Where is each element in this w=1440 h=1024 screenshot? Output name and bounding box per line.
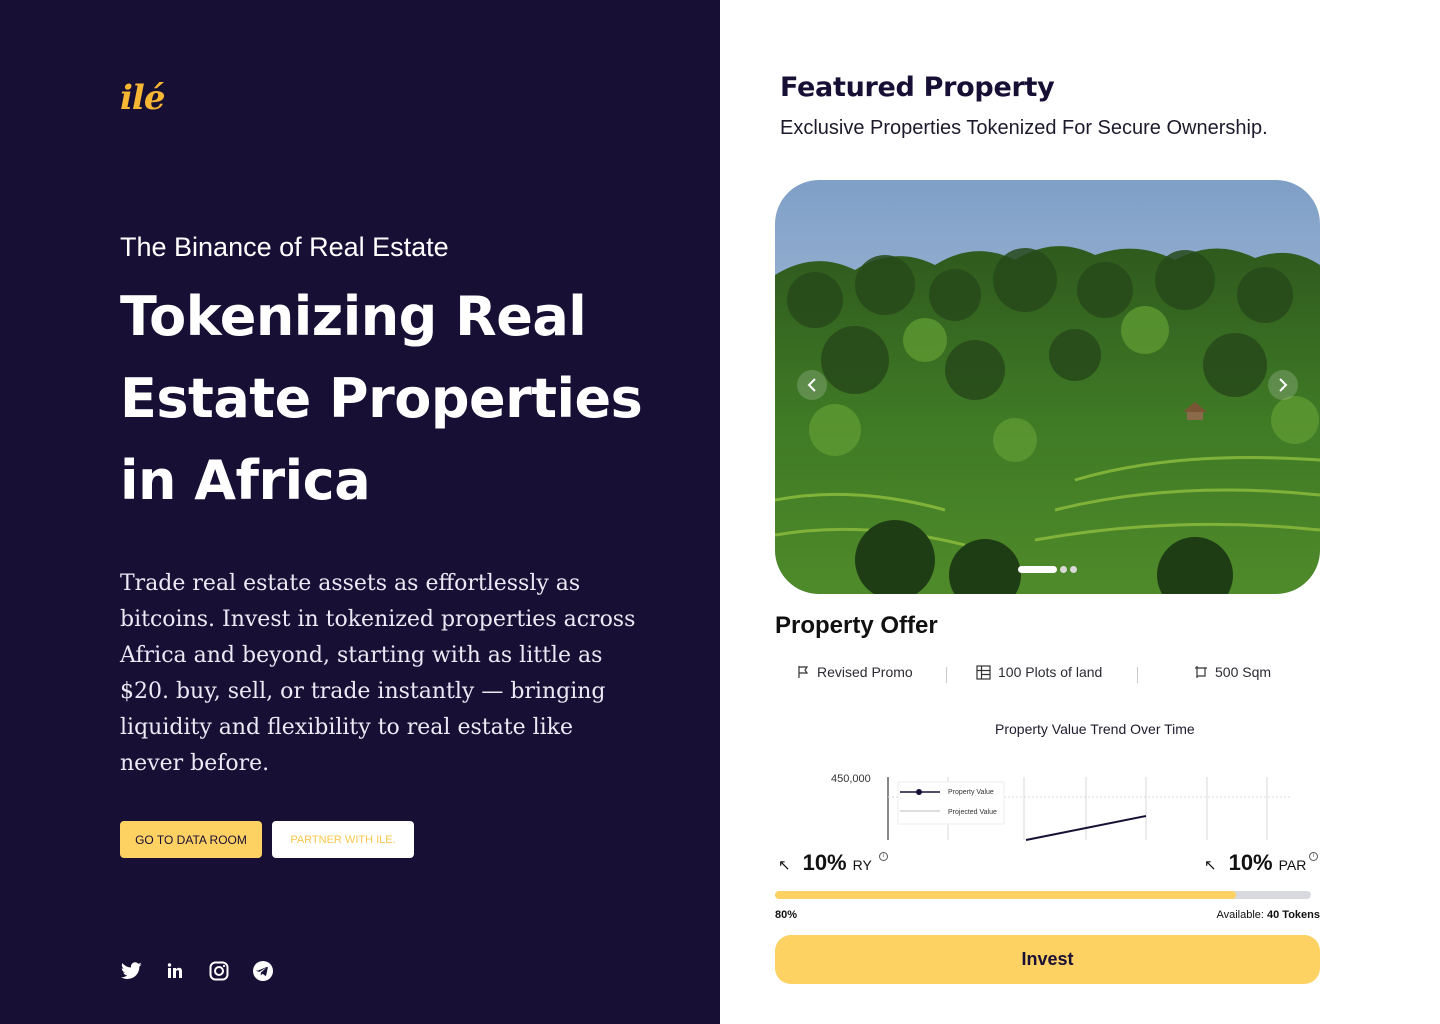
- info-icon[interactable]: i: [1309, 852, 1318, 861]
- chart-legend: Property Value Projected Value: [897, 781, 1005, 825]
- grid-icon: [976, 664, 991, 680]
- carousel-indicators: [1018, 566, 1077, 573]
- feature-plots: 100 Plots of land: [976, 664, 1102, 680]
- featured-title: Featured Property: [780, 72, 1055, 103]
- available-value: 40 Tokens: [1267, 909, 1320, 921]
- property-image: [775, 180, 1320, 594]
- offer-title: Property Offer: [775, 612, 938, 639]
- featured-subtitle: Exclusive Properties Tokenized For Secur…: [780, 117, 1268, 139]
- telegram-icon[interactable]: [252, 960, 274, 982]
- hero-tagline: The Binance of Real Estate: [120, 232, 449, 262]
- brand-logo[interactable]: ilé: [120, 78, 165, 118]
- hero-panel: ilé The Binance of Real Estate Tokenizin…: [0, 0, 720, 1024]
- divider: [946, 667, 947, 683]
- carousel-dot[interactable]: [1070, 566, 1077, 573]
- feature-label: 100 Plots of land: [998, 664, 1103, 680]
- flag-icon: [798, 666, 809, 678]
- par-value: 10%: [1228, 850, 1273, 875]
- feature-promo: Revised Promo: [797, 664, 913, 680]
- chevron-right-icon: [1279, 378, 1288, 392]
- ry-value: 10%: [802, 850, 847, 875]
- divider: [1137, 667, 1138, 683]
- token-progress-bar: [775, 891, 1311, 899]
- arrow-up-left-icon: ↖: [778, 857, 791, 874]
- linkedin-icon[interactable]: [164, 960, 186, 982]
- y-tick-label: 450,000: [831, 773, 871, 785]
- feature-area: 500 Sqm: [1194, 664, 1271, 680]
- value-chart: 450,000 Property Value Projected Value: [831, 773, 1290, 841]
- feature-label: Revised Promo: [817, 664, 913, 680]
- data-room-button[interactable]: GO TO DATA ROOM: [120, 821, 262, 858]
- hero-headline: Tokenizing Real Estate Properties in Afr…: [120, 285, 643, 512]
- area-icon: [1195, 666, 1207, 678]
- twitter-icon[interactable]: [120, 960, 142, 982]
- carousel-prev-button[interactable]: [797, 370, 827, 400]
- ry-stat: ↖ 10% RY: [778, 850, 872, 876]
- arrow-up-left-icon: ↖: [1204, 857, 1217, 874]
- par-label: PAR: [1278, 857, 1307, 873]
- available-label: Available:: [1216, 909, 1264, 921]
- carousel-dot[interactable]: [1018, 566, 1057, 573]
- carousel-dot[interactable]: [1060, 566, 1067, 573]
- instagram-icon[interactable]: [208, 960, 230, 982]
- info-icon[interactable]: i: [879, 852, 888, 861]
- hero-description: Trade real estate assets as effortlessly…: [120, 571, 636, 776]
- progress-percent: 80%: [775, 909, 798, 921]
- legend-label-projected: Projected Value: [948, 809, 997, 816]
- invest-button[interactable]: Invest: [775, 935, 1320, 984]
- feature-label: 500 Sqm: [1215, 664, 1272, 680]
- partner-button[interactable]: PARTNER WITH ILE.: [272, 821, 414, 858]
- chart-title: Property Value Trend Over Time: [995, 721, 1195, 737]
- legend-marker: [916, 789, 922, 795]
- social-links: [120, 960, 274, 982]
- progress-fill: [775, 891, 1236, 899]
- ry-label: RY: [852, 857, 872, 873]
- carousel-next-button[interactable]: [1268, 370, 1298, 400]
- tokens-available: Available: 40 Tokens: [1216, 909, 1320, 921]
- par-stat: ↖ 10% PAR: [1204, 850, 1306, 876]
- legend-label-property: Property Value: [948, 789, 994, 796]
- property-panel: Featured Property Exclusive Properties T…: [720, 0, 1440, 1024]
- offer-features: Revised Promo 100 Plots of land 500 Sqm: [775, 664, 1320, 686]
- chevron-left-icon: [807, 378, 816, 392]
- property-carousel[interactable]: [775, 180, 1320, 594]
